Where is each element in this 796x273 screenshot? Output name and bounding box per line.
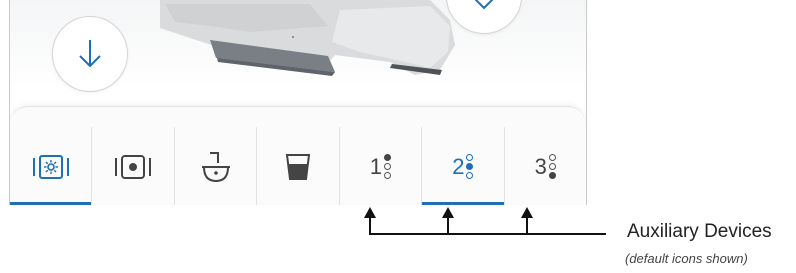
callout-title: Auxiliary Devices: [627, 221, 772, 242]
callout-arrow-3: [521, 207, 533, 218]
callout-arrow-2: [442, 207, 454, 218]
callout-arrow-1: [364, 207, 376, 218]
callout-subtitle: (default icons shown): [625, 251, 748, 266]
